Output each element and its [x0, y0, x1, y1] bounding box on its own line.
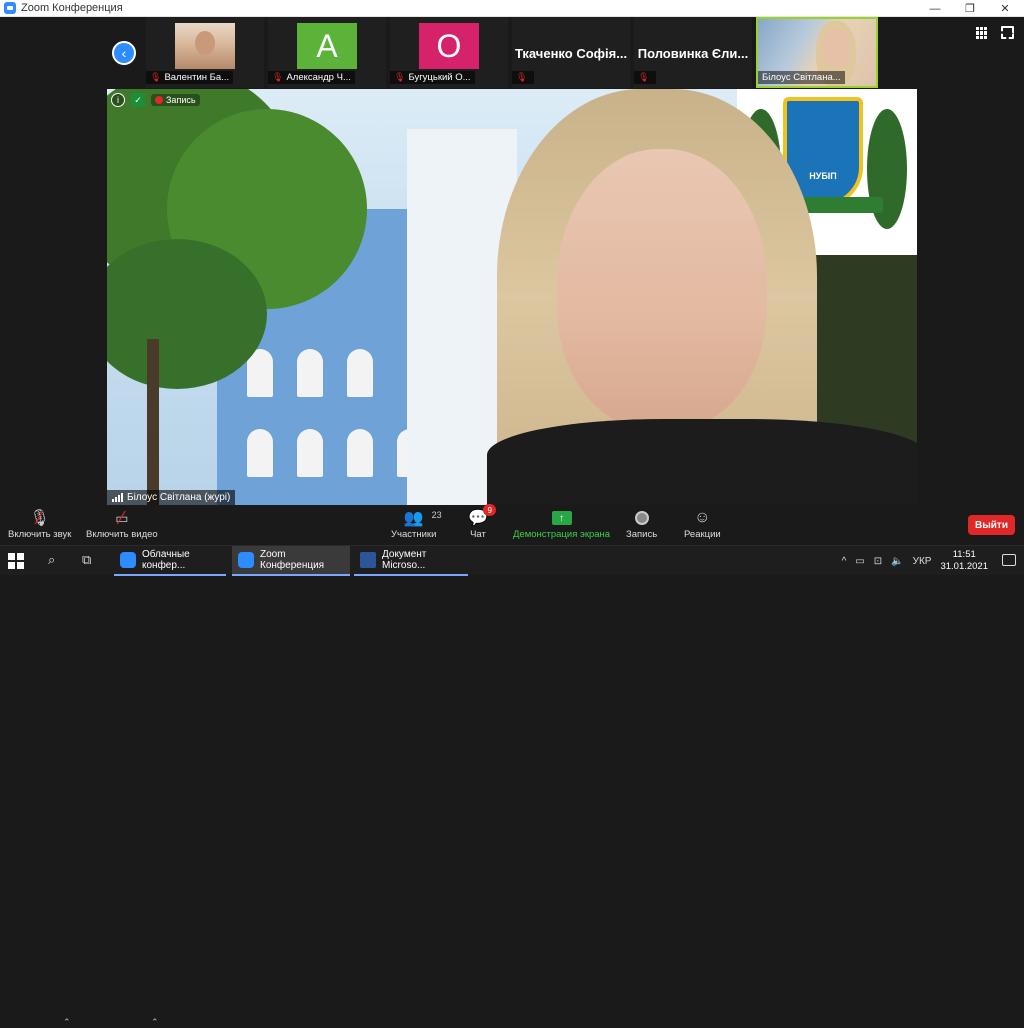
record-button[interactable]: Запись [626, 507, 657, 540]
speaker-figure [487, 89, 917, 505]
main-video: НУБІП i ✓ Запись Білоус Світлана (журі) [107, 89, 917, 505]
participant-name-label: 🎙 Бугуцький О... [390, 71, 475, 84]
taskbar-item-zoom[interactable]: Zoom Конференция [232, 546, 350, 576]
participant-display-name: Половинка Єли... [637, 46, 749, 61]
taskbar-item-cloud-conf[interactable]: Облачные конфер... [114, 546, 226, 576]
participant-name-label: 🎙 [512, 71, 535, 84]
participant-avatar-letter: O [419, 23, 479, 69]
record-icon [634, 507, 649, 529]
meeting-toolbar: 🎙 ⁄ Включить звук ⌃ ▭ ⁄ Включить видео ⌃ 👥… [0, 504, 1024, 1027]
participant-name-label: 🎙 Александр Ч... [268, 71, 355, 84]
mic-muted-icon: 🎙 [394, 72, 406, 82]
language-indicator[interactable]: УКР [913, 556, 932, 567]
battery-icon[interactable]: ▭ [855, 556, 864, 567]
minimize-button[interactable]: — [918, 0, 952, 17]
info-icon[interactable]: i [111, 93, 125, 107]
share-screen-button[interactable]: ↑ Демонстрация экрана [513, 507, 610, 540]
zoom-logo-icon [4, 2, 16, 14]
windows-taskbar: ⌕ ⧉ Облачные конфер... Zoom Конференция … [0, 545, 1024, 576]
chevron-up-icon[interactable]: ^ [842, 556, 847, 567]
participant-avatar-letter: A [297, 23, 357, 69]
participant-photo [175, 23, 235, 69]
participant-thumb[interactable]: O 🎙 Бугуцький О... [390, 17, 508, 88]
participant-thumb[interactable]: Половинка Єли... 🎙 [634, 17, 752, 88]
participant-display-name: Ткаченко Софія... [514, 46, 628, 61]
participant-name-label: 🎙 Валентин Ба... [146, 71, 234, 84]
notification-icon[interactable] [1002, 554, 1016, 566]
chat-unread-badge: 9 [483, 504, 496, 516]
unmute-button[interactable]: 🎙 ⁄ Включить звук [8, 507, 71, 541]
reactions-button[interactable]: ☺ Реакции [684, 507, 721, 540]
mic-muted-icon: 🎙 [638, 72, 650, 82]
strip-prev-button[interactable]: ‹ [112, 41, 136, 65]
word-document-icon [360, 552, 376, 568]
participant-name-label: 🎙 [634, 71, 657, 84]
recording-indicator: Запись [151, 94, 200, 106]
windows-start-icon[interactable] [8, 553, 24, 569]
mic-muted-icon: 🎙 [150, 72, 162, 82]
task-view-icon[interactable]: ⧉ [82, 552, 91, 568]
speaker-name-label: Білоус Світлана (журі) [107, 490, 236, 505]
maximize-button[interactable]: ❐ [953, 0, 987, 17]
zoom-app-icon [238, 552, 254, 568]
network-icon[interactable]: ⊡ [874, 556, 882, 567]
participants-icon: 👥 23 [403, 510, 442, 527]
reaction-smile-icon: ☺ [694, 509, 711, 526]
tree-trunk [147, 339, 159, 505]
mic-off-icon: 🎙 ⁄ [29, 507, 50, 528]
speaker-face [822, 29, 850, 67]
chevron-up-icon[interactable]: ⌃ [151, 1017, 159, 1028]
title-bar: Zoom Конференция — ❐ ✕ [0, 0, 1024, 17]
participants-button[interactable]: 👥 23 Участники [391, 507, 442, 540]
leave-meeting-button[interactable]: Выйти [968, 515, 1015, 535]
search-icon[interactable]: ⌕ [48, 552, 55, 568]
start-video-button[interactable]: ▭ ⁄ Включить видео [86, 507, 158, 541]
chat-icon: 💬 9 [468, 504, 496, 529]
participant-thumb[interactable]: 🎙 Валентин Ба... [146, 17, 264, 88]
record-dot-icon [155, 96, 163, 104]
signal-strength-icon [112, 493, 123, 502]
participant-thumb[interactable]: A 🎙 Александр Ч... [268, 17, 386, 88]
mic-muted-icon: 🎙 [516, 72, 528, 82]
chevron-up-icon[interactable]: ⌃ [63, 1017, 71, 1028]
mic-muted-icon: 🎙 [272, 72, 284, 82]
video-status-icons: i ✓ Запись [111, 93, 200, 107]
grid-view-icon[interactable] [976, 27, 988, 39]
volume-icon[interactable]: 🔈 [891, 556, 903, 567]
participant-thumb[interactable]: Ткаченко Софія... 🎙 [512, 17, 630, 88]
chat-button[interactable]: 💬 9 Чат [468, 504, 496, 540]
close-button[interactable]: ✕ [988, 0, 1022, 17]
chevron-left-icon: ‹ [121, 45, 127, 61]
security-shield-icon[interactable]: ✓ [131, 93, 145, 107]
taskbar-item-word[interactable]: Документ Microso... [354, 546, 468, 576]
active-speaker-thumb[interactable]: Білоус Світлана... [756, 17, 878, 88]
share-screen-icon: ↑ [551, 507, 572, 529]
system-tray: ^ ▭ ⊡ 🔈 УКР 11:51 31.01.2021 [842, 546, 988, 576]
zoom-app-icon [120, 552, 136, 568]
video-off-icon: ▭ ⁄ [115, 507, 129, 528]
active-speaker-label: Білоус Світлана... [758, 71, 845, 84]
window-title: Zoom Конференция [21, 2, 123, 14]
clock[interactable]: 11:51 31.01.2021 [940, 549, 988, 573]
